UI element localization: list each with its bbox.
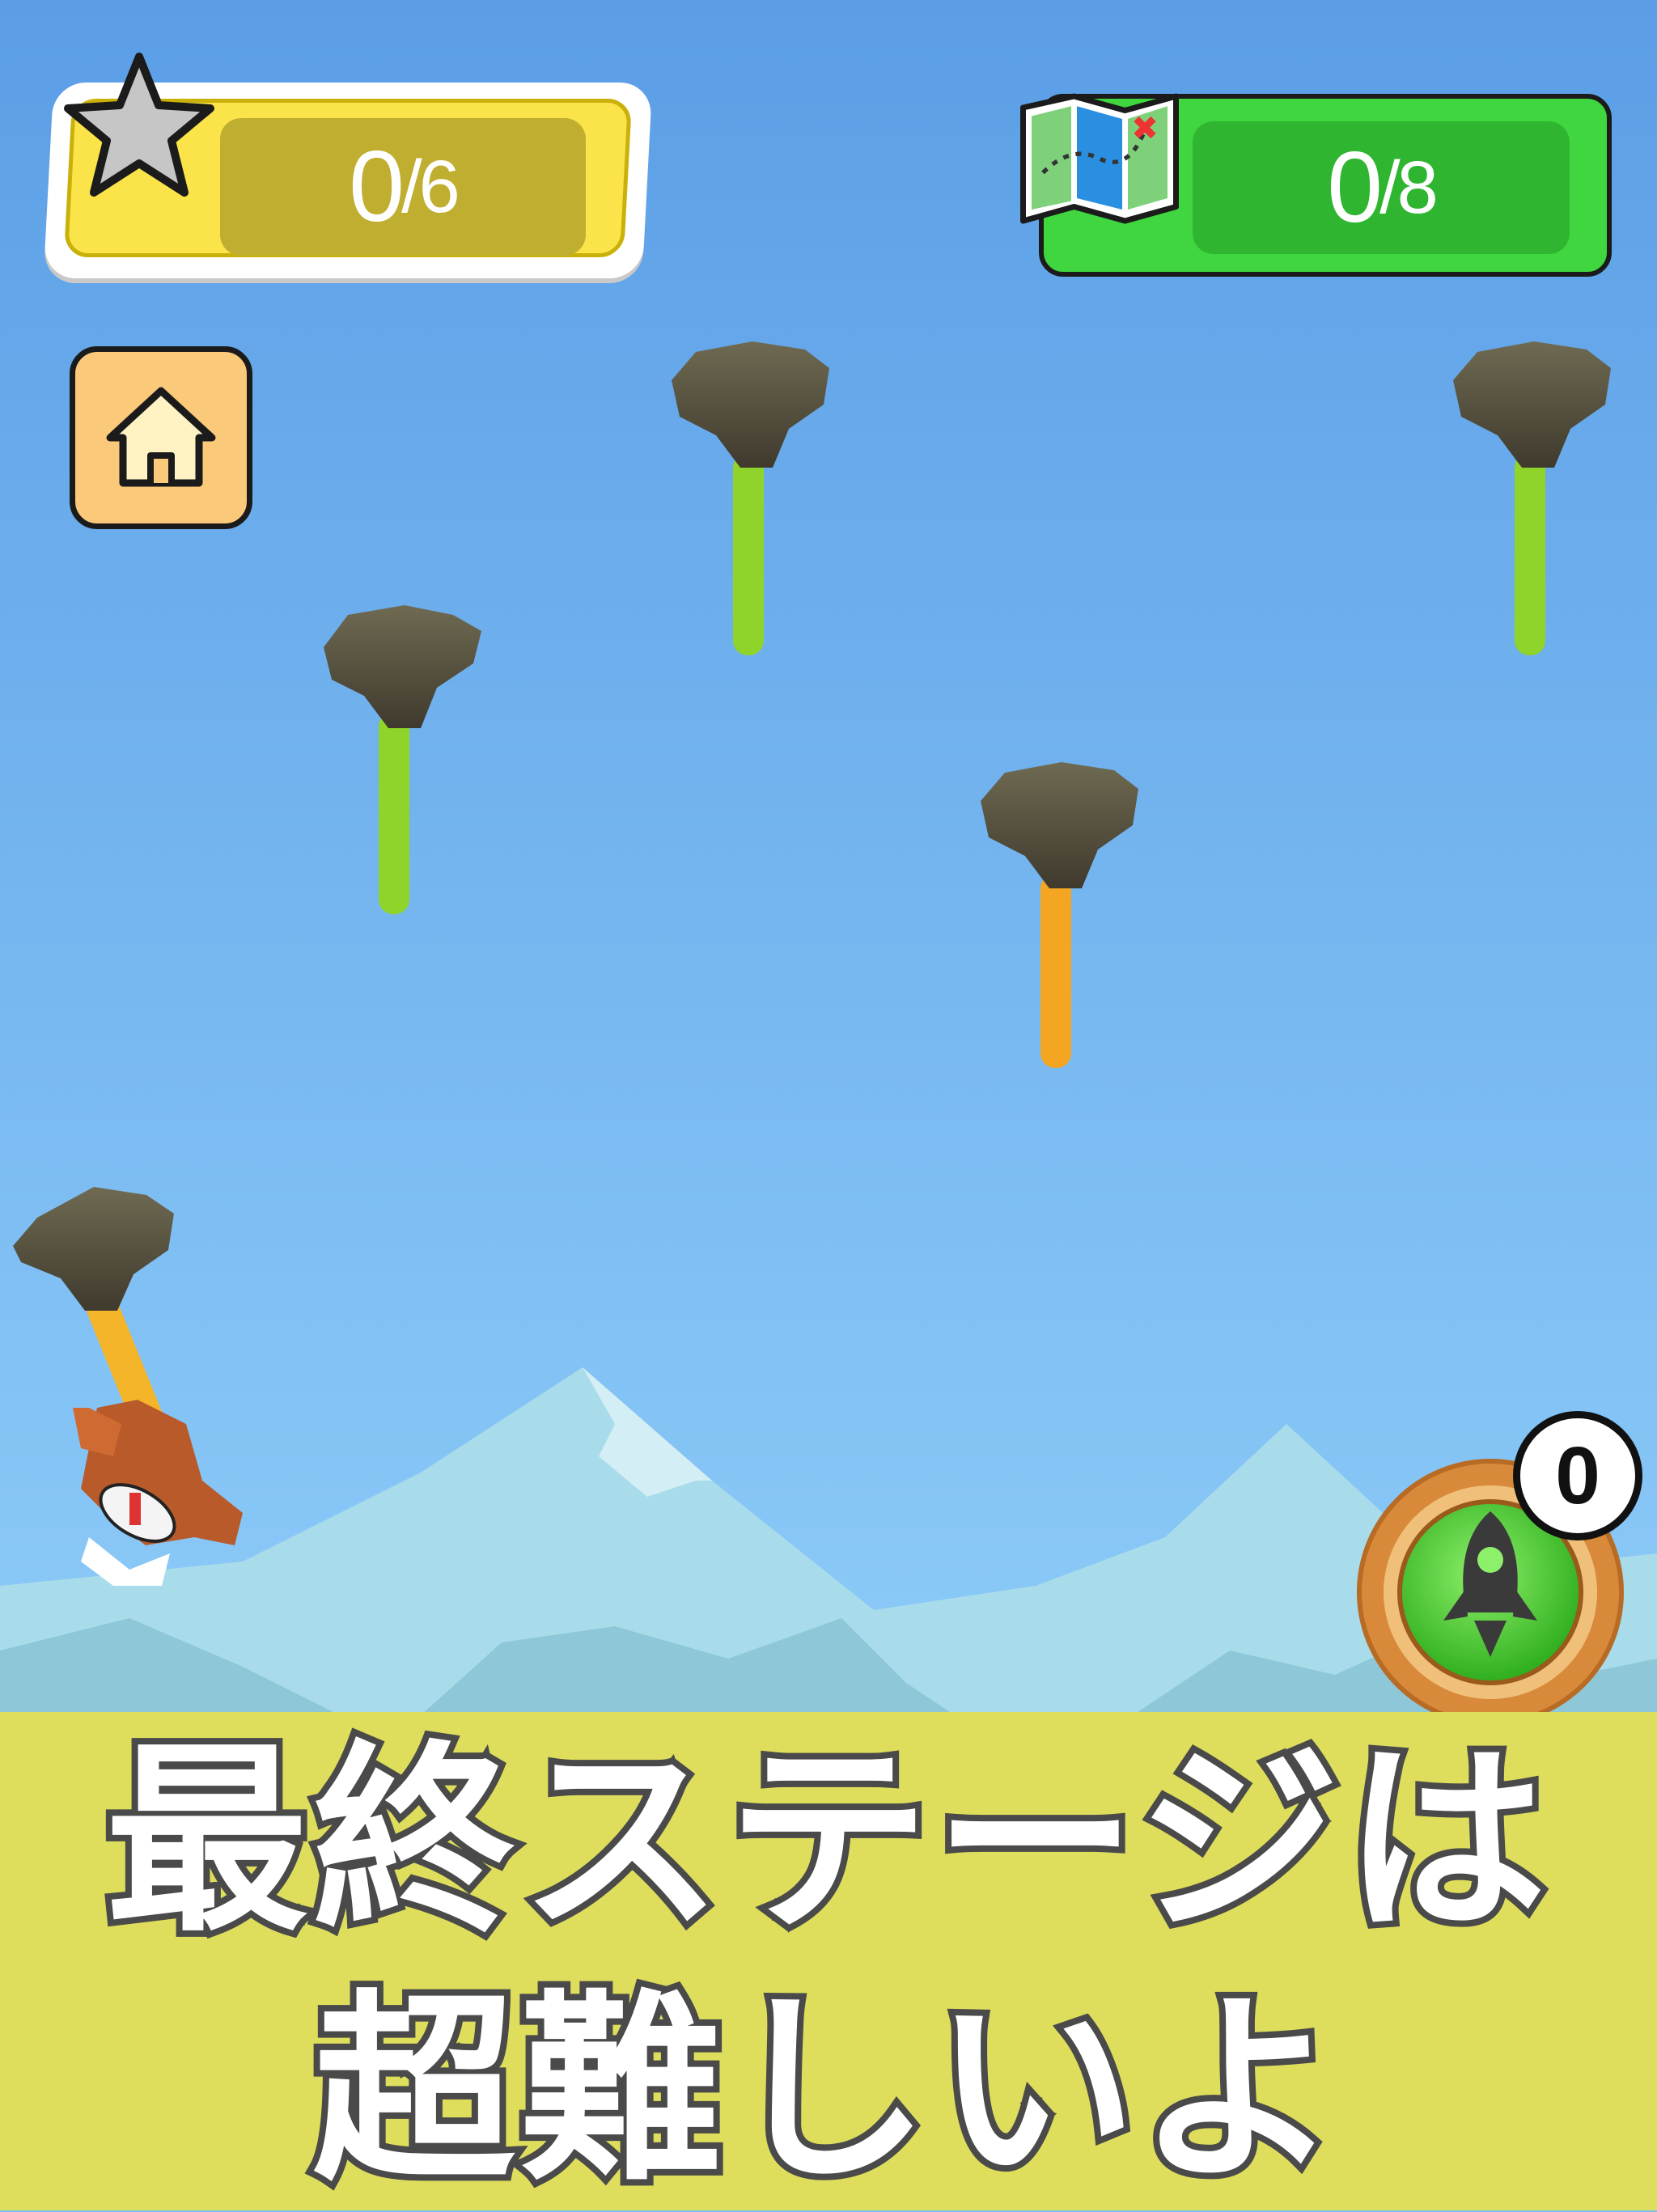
rocket-count-badge: 0 [1513, 1411, 1642, 1540]
star-counter: 0/6 [43, 53, 653, 278]
map-counter: 0/8 [1020, 93, 1612, 277]
star-count-display: 0/6 [220, 118, 586, 256]
star-count-total: /6 [401, 145, 460, 228]
map-count-display: 0/8 [1193, 121, 1570, 254]
star-count-current: 0 [349, 131, 405, 243]
house-icon [106, 387, 216, 487]
map-count-current: 0 [1327, 132, 1383, 244]
home-button[interactable] [70, 346, 252, 529]
star-icon [64, 53, 214, 197]
promo-banner: 最終ステージは 超難しいよ [0, 1712, 1657, 2212]
treasure-map-icon [1020, 93, 1179, 224]
banner-line-1: 最終ステージは [100, 1717, 1553, 1965]
map-count-total: /8 [1379, 146, 1439, 229]
banner-line-2: 超難しいよ [307, 1966, 1346, 2212]
